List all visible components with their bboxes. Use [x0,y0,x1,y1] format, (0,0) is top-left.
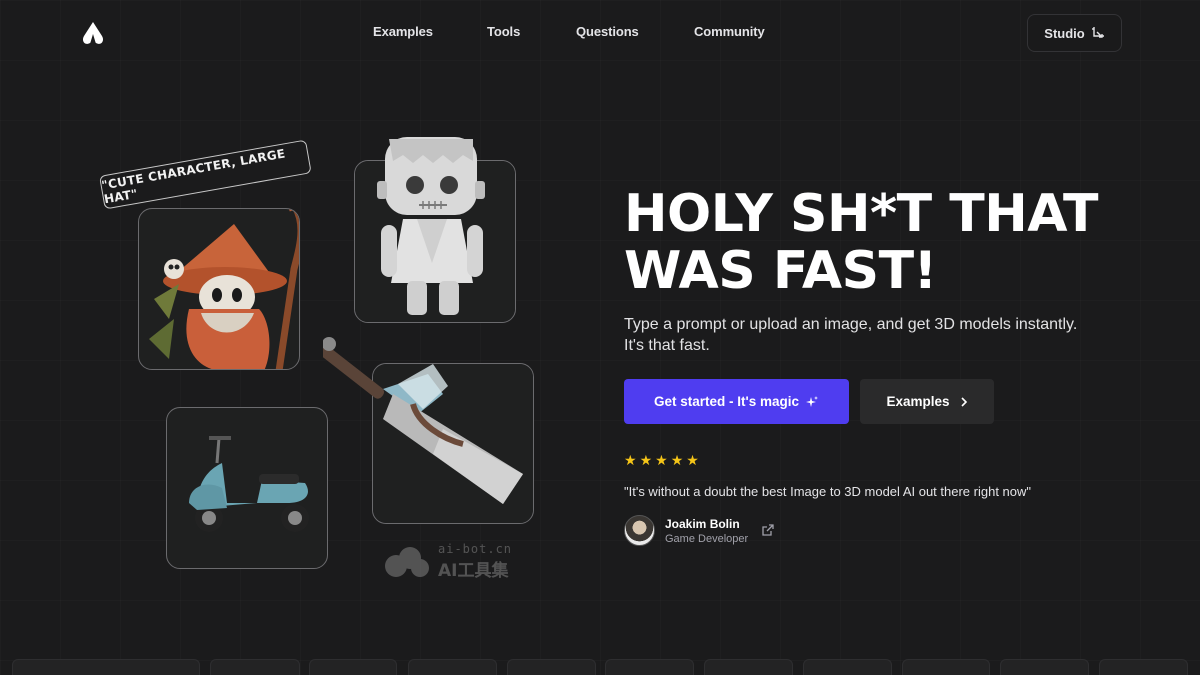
nav-link-questions[interactable]: Questions [576,24,639,39]
chevron-right-icon [960,396,967,407]
top-nav: Examples Tools Questions Community Studi… [0,0,1200,68]
preview-tile[interactable] [12,659,200,675]
testimonial-author: Joakim Bolin Game Developer [624,515,748,546]
preview-tile[interactable] [210,659,300,675]
wizard-character-image [149,209,299,369]
sword-card [323,337,534,524]
prompt-tag-text: "CUTE CHARACTER, LARGE HAT" [100,146,287,207]
prompt-tag: "CUTE CHARACTER, LARGE HAT" [99,139,312,210]
logo-icon[interactable] [80,20,106,48]
next-section-preview [0,659,1200,675]
testimonial-quote: "It's without a doubt the best Image to … [624,484,1031,499]
watermark-line1: ai-bot.cn [438,542,513,556]
examples-button-label: Examples [886,394,950,409]
scooter-image [189,436,309,532]
avatar [624,515,655,546]
sword-image [323,337,523,504]
preview-tile[interactable] [507,659,596,675]
studio-button-label: Studio [1044,25,1085,41]
hero-title: HOLY SH*T THAT WAS FAST! [624,186,1184,300]
watermark-logo-icon [385,546,429,577]
rating-stars: ★ ★ ★ ★ ★ [624,453,699,467]
watermark-line2: AI工具集 [438,561,509,581]
studio-button[interactable]: Studio [1027,14,1122,52]
hero-title-line1: HOLY SH*T THAT [624,184,1098,244]
preview-tile[interactable] [704,659,793,675]
preview-tile[interactable] [902,659,990,675]
preview-tile[interactable] [309,659,397,675]
star-icon: ★ [670,452,684,468]
author-name: Joakim Bolin [665,516,740,531]
nav-link-examples[interactable]: Examples [373,24,433,39]
star-icon: ★ [639,452,653,468]
preview-tile[interactable] [605,659,694,675]
preview-tile[interactable] [803,659,892,675]
preview-tile[interactable] [408,659,497,675]
external-link-icon[interactable] [761,523,775,537]
frankenstein-character-image [377,137,485,315]
star-icon: ★ [686,452,699,468]
hero-subtitle-line1: Type a prompt or upload an image, and ge… [624,316,1078,333]
examples-button[interactable]: Examples [860,379,994,424]
author-role: Game Developer [665,532,749,545]
hero-subtitle-line2: It's that fast. [624,337,710,354]
studio-icon [1091,27,1104,38]
wizard-card [138,208,300,370]
watermark: ai-bot.cn AI工具集 [384,542,512,581]
star-icon: ★ [624,452,637,468]
frankenstein-card [354,137,516,323]
preview-tile[interactable] [1000,659,1089,675]
star-icon: ★ [655,452,668,468]
get-started-button[interactable]: Get started - It's magic [624,379,849,424]
nav-link-community[interactable]: Community [694,24,765,39]
hero-title-line2: WAS FAST! [624,241,937,301]
get-started-label: Get started - It's magic [654,394,799,409]
scooter-card [166,407,328,569]
hero-subtitle: Type a prompt or upload an image, and ge… [624,314,1124,356]
preview-tile[interactable] [1099,659,1188,675]
nav-link-tools[interactable]: Tools [487,24,520,39]
sparkle-icon [806,395,818,407]
